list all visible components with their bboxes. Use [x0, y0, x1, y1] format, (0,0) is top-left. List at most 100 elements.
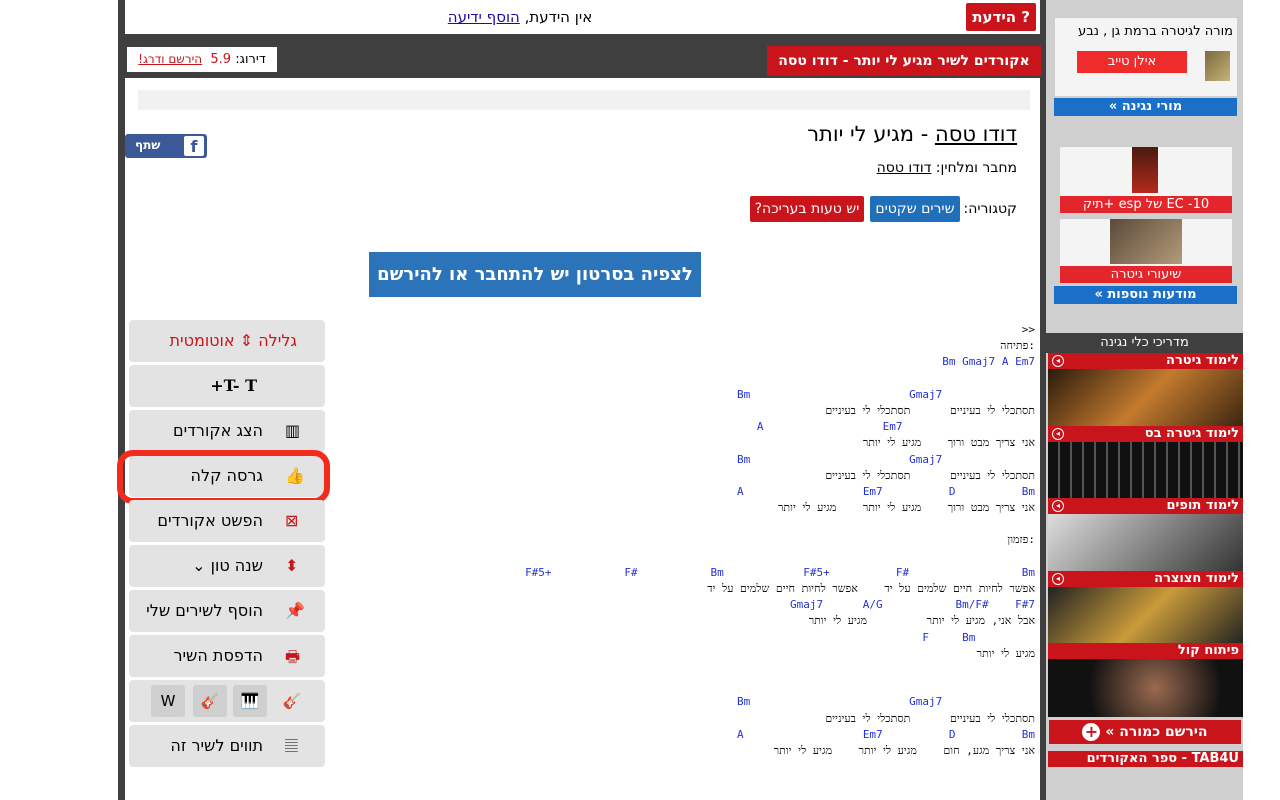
- lesson-bass-label: לימוד גיטרה בס: [1144, 426, 1239, 441]
- lyric-line: תסתכלי לי בעיניים תסתכלי לי בעיניים: [825, 468, 1035, 482]
- promo-guitar-lessons[interactable]: שיעורי גיטרה: [1060, 219, 1232, 283]
- guitar-lesson-photo: [1048, 369, 1243, 427]
- chord-line[interactable]: Bm Gmaj7: [335, 694, 1035, 710]
- chord-line[interactable]: A Em7: [335, 419, 1035, 435]
- chord-book-link[interactable]: TAB4U - ספר האקורדים: [1048, 751, 1243, 767]
- category-label: קטגוריה:: [963, 201, 1018, 217]
- lyric-line: מגיע לי יותר: [976, 646, 1035, 660]
- chord-line[interactable]: Bm Gmaj7 A Em7: [335, 354, 1035, 370]
- instrument-switcher: W 🎸 🎹 🎸: [129, 680, 325, 722]
- teacher-name-button[interactable]: אילן טייב: [1077, 51, 1187, 73]
- voice-lesson-photo: [1048, 659, 1243, 717]
- song-heading: דודו טסה - מגיע לי יותר: [807, 122, 1017, 146]
- chord-sheet: >> פתיחה: Bm Gmaj7 A Em7 Bm Gmaj7 תסתכלי ל…: [335, 322, 1035, 759]
- piano-icon[interactable]: 🎹: [233, 685, 267, 717]
- rating-label: דירוג:: [235, 52, 266, 67]
- change-key-button[interactable]: שנה טון ⌄ ⬍: [129, 545, 325, 587]
- category-tag[interactable]: שירים שקטים: [870, 196, 960, 222]
- lyric-line: אבל אני, מגיע לי יותר מגיע לי יותר: [808, 614, 1035, 628]
- drums-lesson-photo: [1048, 514, 1243, 572]
- lyric-line: פתיחה:: [1000, 339, 1035, 353]
- lyric-line: תסתכלי לי בעיניים תסתכלי לי בעיניים: [825, 403, 1035, 417]
- rating-value: 5.9: [210, 52, 232, 67]
- sheet-music-icon: 𝄚: [285, 736, 298, 755]
- print-song-button[interactable]: הדפסת השיר 🖶: [129, 635, 325, 677]
- chord-line[interactable]: A Em7 D Bm: [335, 484, 1035, 500]
- register-teacher-label: הירשם כמורה »: [1105, 724, 1208, 740]
- chord-line[interactable]: A Em7 D Bm: [335, 727, 1035, 743]
- lesson-bass[interactable]: לימוד גיטרה בס ◂: [1048, 426, 1243, 500]
- lyric-line: אפשר לחיות חיים שלמים על יד אפשר לחיות ח…: [707, 582, 1035, 595]
- lesson-photo: [1110, 219, 1182, 264]
- register-teacher-button[interactable]: הירשם כמורה » +: [1049, 720, 1241, 744]
- guitar-icon[interactable]: 🎸: [193, 685, 227, 717]
- autoscroll-label: גלילה ⇕ אוטומטית: [169, 331, 297, 350]
- composer-link[interactable]: דודו טסה: [877, 160, 932, 176]
- font-size-controls[interactable]: T- T+: [129, 365, 325, 407]
- arrow-icon: ◂: [1052, 500, 1064, 512]
- notes-for-song-button[interactable]: תווים לשיר זה 𝄚: [129, 725, 325, 767]
- teacher-ad[interactable]: מורה לגיטרה ברמת גן , נבע אילן טייב: [1055, 18, 1237, 96]
- plus-icon: +: [1082, 723, 1101, 741]
- simplify-chords-button[interactable]: הפשט אקורדים ⊠: [129, 500, 325, 542]
- add-notice-link[interactable]: הוסף ידיעה: [448, 8, 520, 26]
- print-song-label: הדפסת השיר: [173, 646, 263, 665]
- electric-guitar-icon[interactable]: 🎸: [275, 685, 309, 717]
- category-line: קטגוריה: שירים שקטים יש טעות בעריכה?: [749, 196, 1018, 222]
- show-chords-label: הצג אקורדים: [173, 421, 263, 440]
- autoscroll-button[interactable]: גלילה ⇕ אוטומטית: [129, 320, 325, 362]
- lyric-line: אני צריך מבט ורוך מגיע לי יותר מגיע לי י…: [778, 501, 1035, 515]
- chord-line[interactable]: Bm Gmaj7: [335, 452, 1035, 468]
- lesson-drums[interactable]: לימוד תופים ◂: [1048, 498, 1243, 572]
- lyric-line: אני צריך מגע, חום מגיע לי יותר מגיע לי י…: [773, 743, 1035, 757]
- chord-line[interactable]: Bm Gmaj7: [335, 387, 1035, 403]
- font-size-label: T- T+: [210, 376, 257, 395]
- teacher-photo: [1205, 51, 1230, 81]
- lesson-trumpet-label: לימוד חצוצרה: [1154, 571, 1239, 586]
- lesson-guitar[interactable]: לימוד גיטרה ◂: [1048, 353, 1243, 427]
- promo-guitar-label: EC -10 של esp +תיק: [1060, 196, 1232, 213]
- promo-guitar-sale[interactable]: EC -10 של esp +תיק: [1060, 147, 1232, 213]
- facebook-share-button[interactable]: שתף f: [125, 134, 207, 158]
- simplify-chords-label: הפשט אקורדים: [157, 511, 263, 530]
- add-to-my-songs-button[interactable]: הוסף לשירים שלי 📌: [129, 590, 325, 632]
- chord-line[interactable]: F Bm: [335, 630, 1035, 646]
- show-chords-button[interactable]: הצג אקורדים ▥: [129, 410, 325, 452]
- highlight-ring: [117, 450, 330, 504]
- teacher-text: מורה לגיטרה ברמת גן , נבע: [1078, 24, 1233, 39]
- register-rate-link[interactable]: הירשם ודרג!: [138, 52, 202, 66]
- video-login-button[interactable]: לצפיה בסרטון יש להתחבר או להירשם: [369, 252, 701, 297]
- lyric-line: [335, 662, 1035, 678]
- chord-diagram-icon: ▥: [285, 421, 301, 440]
- facebook-icon: f: [184, 136, 204, 156]
- instrument-guides-title: מדריכי כלי נגינה: [1046, 333, 1243, 353]
- chord-line[interactable]: Gmaj7 A/G Bm/F# F#7: [335, 597, 1035, 613]
- rating-box: דירוג: 5.9 הירשם ודרג!: [127, 47, 277, 72]
- lyric-line: >>: [1021, 323, 1035, 336]
- artist-link[interactable]: דודו טסה: [935, 122, 1017, 146]
- word-doc-icon[interactable]: W: [151, 685, 185, 717]
- report-error-button[interactable]: יש טעות בעריכה?: [749, 196, 865, 222]
- lesson-trumpet[interactable]: לימוד חצוצרה ◂: [1048, 571, 1243, 645]
- chord-line[interactable]: F#5+ F# Bm F#5+ F# Bm: [335, 565, 1035, 581]
- trumpet-lesson-photo: [1048, 587, 1243, 645]
- song-title: מגיע לי יותר: [807, 122, 915, 146]
- music-teachers-link[interactable]: מורי נגינה »: [1054, 98, 1237, 116]
- lyric-line: תסתכלי לי בעיניים תסתכלי לי בעיניים: [825, 711, 1035, 725]
- page-title: אקורדים לשיר מגיע לי יותר - דודו טסה: [767, 46, 1041, 76]
- arrow-icon: ◂: [1052, 428, 1064, 440]
- composer-line: מחבר ומלחין: דודו טסה: [877, 160, 1017, 176]
- more-ads-link[interactable]: מודעות נוספות »: [1054, 286, 1237, 304]
- ad-strip: [138, 90, 1030, 110]
- bass-lesson-photo: [1048, 442, 1243, 500]
- change-key-label: שנה טון ⌄: [192, 556, 263, 575]
- lesson-voice-label: פיתוח קול: [1177, 643, 1239, 658]
- lyric-line: אני צריך מבט ורוך מגיע לי יותר: [862, 436, 1035, 450]
- news-button[interactable]: הידעת ?: [966, 3, 1036, 31]
- notice-bar: אין הידעת, הוסף ידיעה הידעת ?: [125, 0, 1040, 34]
- notes-for-song-label: תווים לשיר זה: [170, 736, 263, 755]
- lyric-line: פזמון:: [1007, 533, 1035, 547]
- lyric-line: [335, 371, 1035, 387]
- share-label: שתף: [135, 138, 161, 152]
- lesson-voice[interactable]: פיתוח קול: [1048, 643, 1243, 717]
